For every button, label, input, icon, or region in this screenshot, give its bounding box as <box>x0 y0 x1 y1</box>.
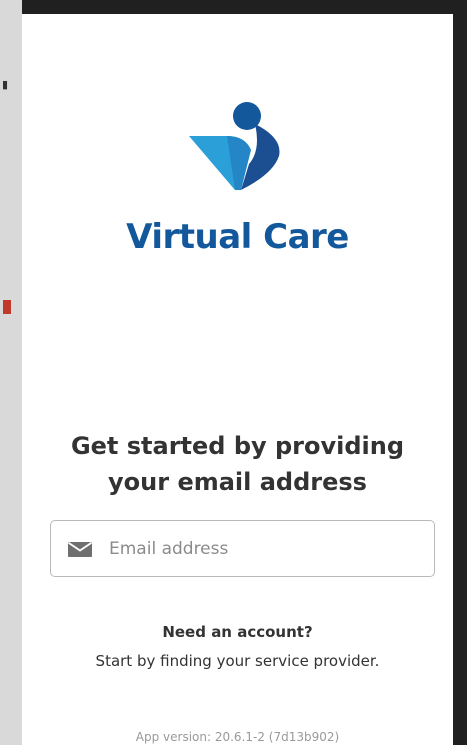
background-content-edge: ▮ <box>0 0 22 745</box>
email-input[interactable] <box>109 531 419 567</box>
window-top-border <box>0 0 467 14</box>
signin-headline: Get started by providing your email addr… <box>70 432 405 496</box>
window-right-border <box>453 0 467 745</box>
envelope-icon <box>68 542 92 557</box>
need-account-prompt: Need an account? <box>162 623 313 641</box>
virtual-care-logo-icon <box>189 102 280 190</box>
email-field[interactable] <box>50 520 435 577</box>
find-service-provider-link[interactable]: Start by finding your service provider. <box>22 652 453 670</box>
login-screen: Virtual Care Get started by providing yo… <box>22 14 453 745</box>
background-red-marker <box>3 300 11 314</box>
app-version-label: App version: 20.6.1-2 (7d13b902) <box>135 730 340 744</box>
brand-name: Virtual Care <box>126 217 349 257</box>
app-frame: ▮ Virtual Care Get started by providing … <box>0 0 467 745</box>
